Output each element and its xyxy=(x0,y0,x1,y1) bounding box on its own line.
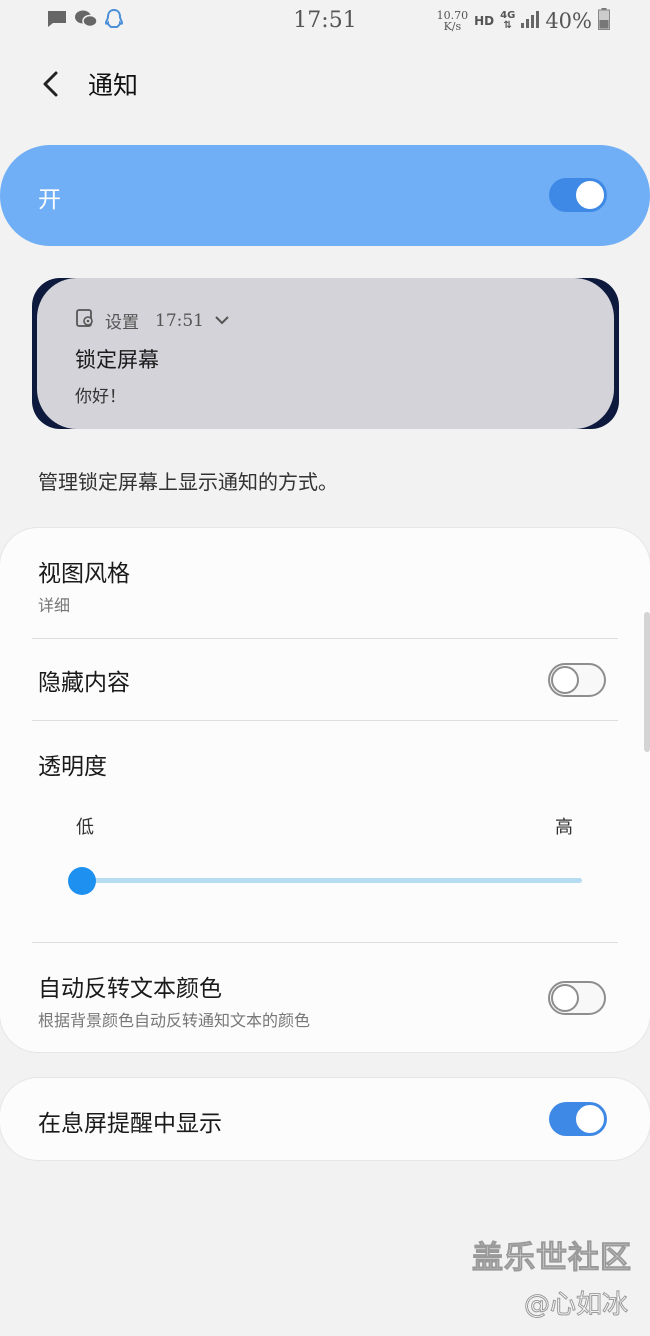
toggle-knob xyxy=(551,666,579,694)
aod-title: 在息屏提醒中显示 xyxy=(38,1111,222,1137)
hd-badge: HD xyxy=(474,14,495,28)
master-switch-bar[interactable]: 开 xyxy=(0,145,650,246)
preview-notification-card: 设置 17:51 锁定屏幕 你好！ xyxy=(37,278,614,429)
preview-title: 锁定屏幕 xyxy=(75,348,159,372)
view-style-title: 视图风格 xyxy=(38,561,130,587)
aod-toggle[interactable] xyxy=(549,1102,607,1136)
network-type: 4G ⇅ xyxy=(500,11,515,31)
transparency-title: 透明度 xyxy=(38,754,107,780)
view-style-row[interactable]: 视图风格 详细 xyxy=(0,528,650,638)
preview-body: 你好！ xyxy=(75,387,126,407)
master-toggle[interactable] xyxy=(549,178,607,212)
status-system-icons: 10.70 K/s HD 4G ⇅ 40% xyxy=(437,8,610,34)
net-speed: 10.70 K/s xyxy=(437,10,469,32)
scroll-indicator[interactable] xyxy=(644,612,650,752)
page-title: 通知 xyxy=(88,71,139,100)
net-speed-unit: K/s xyxy=(443,20,462,33)
data-arrows-icon: ⇅ xyxy=(503,20,512,31)
lockscreen-notification-preview: 设置 17:51 锁定屏幕 你好！ xyxy=(32,278,619,429)
chevron-down-icon xyxy=(214,311,230,331)
transparency-slider-track[interactable] xyxy=(82,878,582,883)
auto-invert-subtitle: 根据背景颜色自动反转通知文本的颜色 xyxy=(38,1011,311,1030)
toggle-knob xyxy=(574,179,606,211)
transparency-slider-thumb[interactable] xyxy=(68,867,96,895)
battery-percentage: 40% xyxy=(545,9,592,33)
auto-invert-title: 自动反转文本颜色 xyxy=(38,976,222,1002)
battery-icon xyxy=(598,8,610,34)
slider-high-label: 高 xyxy=(555,817,573,838)
status-bar: 17:51 10.70 K/s HD 4G ⇅ 40% xyxy=(0,0,650,40)
back-button[interactable] xyxy=(30,64,70,104)
auto-invert-toggle[interactable] xyxy=(548,981,606,1015)
hide-content-row[interactable]: 隐藏内容 xyxy=(0,639,650,721)
settings-app-icon xyxy=(75,308,95,333)
app-header: 通知 xyxy=(0,58,650,108)
slider-low-label: 低 xyxy=(76,817,94,838)
transparency-row: 透明度 xyxy=(0,721,650,942)
hide-content-toggle[interactable] xyxy=(548,663,606,697)
watermark-sub: @心如冰 xyxy=(523,1290,629,1321)
master-switch-label: 开 xyxy=(38,187,61,213)
hide-content-title: 隐藏内容 xyxy=(38,670,130,696)
auto-invert-row[interactable]: 自动反转文本颜色 根据背景颜色自动反转通知文本的颜色 xyxy=(0,943,650,1051)
preview-time: 17:51 xyxy=(155,310,204,331)
toggle-knob xyxy=(574,1103,606,1135)
signal-icon xyxy=(521,10,540,32)
toggle-knob xyxy=(551,984,579,1012)
preview-header: 设置 17:51 xyxy=(75,308,230,333)
view-style-value: 详细 xyxy=(38,596,71,615)
back-arrow-icon xyxy=(43,71,58,97)
description-text: 管理锁定屏幕上显示通知的方式。 xyxy=(38,470,338,494)
settings-card: 视图风格 详细 隐藏内容 透明度 低 高 自动反转文本颜色 根据背景颜色自动反转… xyxy=(0,528,650,1052)
aod-card[interactable]: 在息屏提醒中显示 xyxy=(0,1078,650,1160)
watermark-main: 盖乐世社区 xyxy=(472,1240,632,1277)
preview-app-name: 设置 xyxy=(105,313,139,333)
